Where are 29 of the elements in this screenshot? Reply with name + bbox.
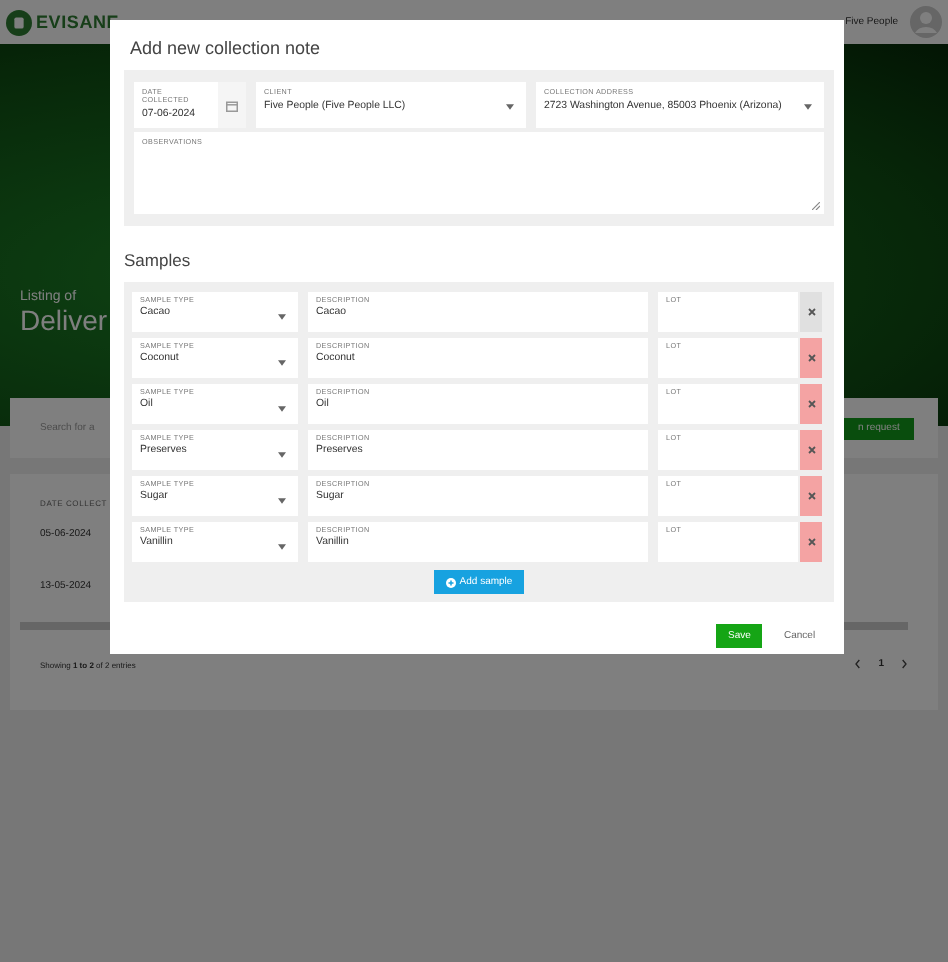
remove-button[interactable] [800,476,822,516]
close-icon [807,538,815,546]
close-icon [807,446,815,454]
plus-circle-icon [445,577,456,587]
resize-grip-icon[interactable] [812,202,820,210]
chevron-right-icon[interactable] [900,658,908,670]
caret-icon [804,104,812,110]
remove-button[interactable] [800,384,822,424]
caret-icon [278,452,286,458]
remove-button[interactable] [800,430,822,470]
caret-icon [278,314,286,320]
caret-icon [278,544,286,550]
calendar-icon [226,99,238,111]
close-icon [807,400,815,408]
dialog-title: Add new collection note [128,36,323,62]
hero-title: Deliver [20,304,108,336]
remove-button[interactable] [800,522,822,562]
caret-icon [278,406,286,412]
caret-icon [278,498,286,504]
remove-button[interactable] [800,338,822,378]
close-icon [807,354,815,362]
logo-icon [6,9,32,35]
calendar-button[interactable] [218,82,246,128]
close-icon [807,492,815,500]
caret-icon [278,360,286,366]
caret-icon [506,104,514,110]
section-title: Samples [124,248,193,274]
chevron-left-icon[interactable] [854,658,863,670]
close-icon [807,308,815,316]
